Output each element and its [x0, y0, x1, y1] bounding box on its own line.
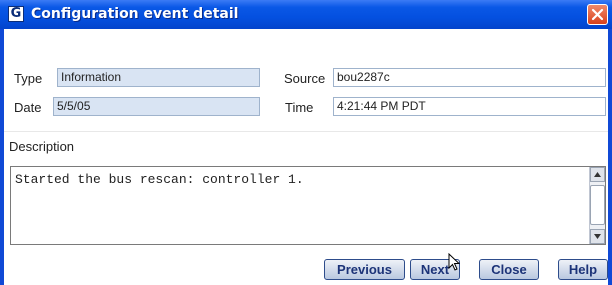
source-label: Source	[284, 71, 326, 86]
scroll-thumb[interactable]	[590, 185, 605, 225]
help-button[interactable]: Help	[558, 259, 608, 280]
divider	[4, 131, 608, 132]
window-title: Configuration event detail	[31, 6, 239, 22]
type-field[interactable]: Information	[57, 68, 260, 87]
scroll-up-button[interactable]	[590, 167, 605, 182]
date-field[interactable]: 5/5/05	[53, 97, 260, 116]
description-label: Description	[9, 139, 75, 154]
description-text: Started the bus rescan: controller 1.	[15, 172, 304, 187]
arrow-up-icon	[594, 172, 601, 177]
date-label: Date	[14, 100, 42, 115]
title-bar[interactable]: G Configuration event detail	[0, 0, 612, 29]
dialog-body: Type Information Source bou2287c Date 5/…	[4, 29, 608, 285]
description-textarea[interactable]: Started the bus rescan: controller 1.	[10, 166, 606, 245]
dialog-window: G Configuration event detail Type Inform…	[0, 0, 612, 285]
close-icon	[591, 8, 604, 21]
close-window-button[interactable]	[587, 4, 608, 25]
type-label: Type	[14, 71, 43, 86]
scroll-down-button[interactable]	[590, 229, 605, 244]
close-button[interactable]: Close	[479, 259, 539, 280]
vertical-scrollbar[interactable]	[589, 167, 605, 244]
mouse-pointer-icon	[448, 253, 460, 271]
source-field[interactable]: bou2287c	[333, 68, 606, 87]
previous-button[interactable]: Previous	[324, 259, 405, 280]
arrow-down-icon	[594, 234, 601, 239]
app-icon: G	[8, 6, 24, 22]
time-field[interactable]: 4:21:44 PM PDT	[333, 97, 606, 116]
time-label: Time	[285, 100, 314, 115]
